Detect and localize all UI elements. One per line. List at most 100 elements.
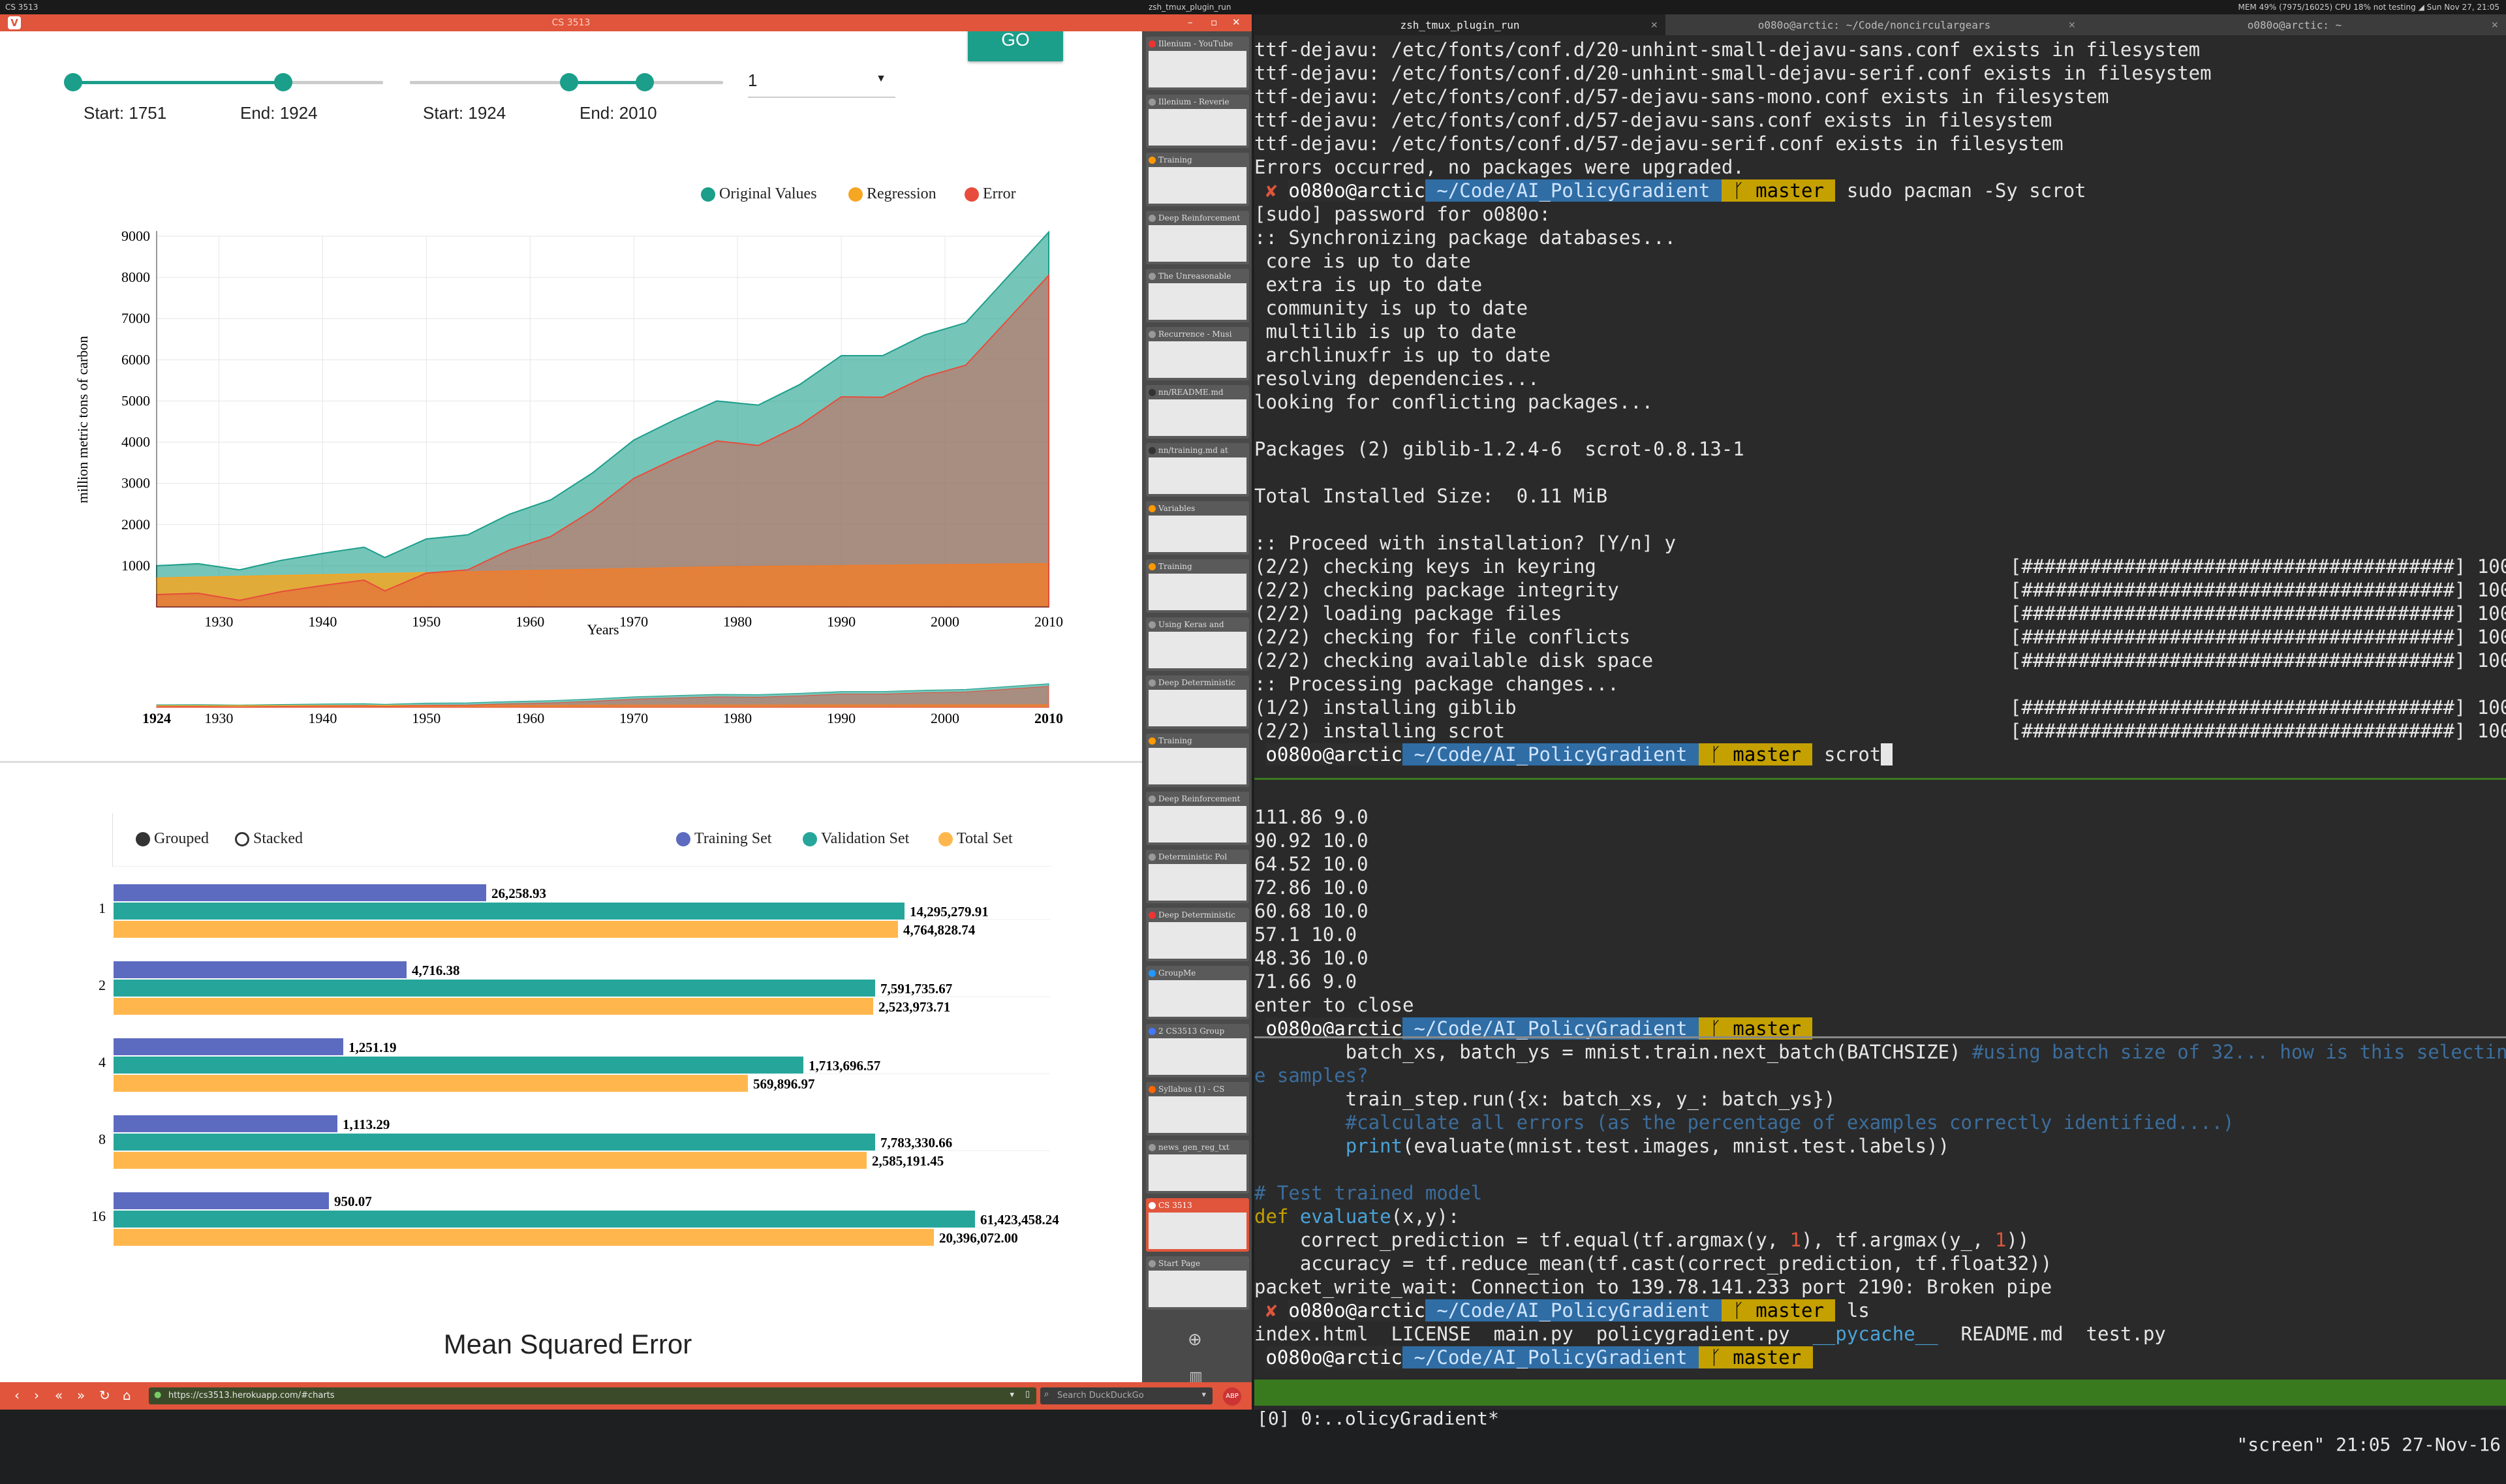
bar-training-set[interactable] [114,1115,337,1132]
bar-validation-set[interactable] [114,1134,875,1151]
browser-tab[interactable]: Deep Deterministic [1146,908,1249,961]
tmux-pane-top[interactable]: ttf-dejavu: /etc/fonts/conf.d/20-unhint-… [1254,38,2506,788]
maximize-icon[interactable]: ▫ [1211,16,1217,28]
dropdown-icon[interactable]: ▾ [1010,1390,1014,1400]
browser-tab[interactable]: Deep Reinforcement [1146,792,1249,845]
bar-validation-set[interactable] [114,1057,803,1074]
close-icon[interactable]: ✕ [1651,18,1658,31]
browser-tab[interactable]: 2 CS3513 Group [1146,1024,1249,1077]
close-icon[interactable]: ✕ [2069,18,2075,31]
adblock-icon[interactable]: ABP [1223,1387,1241,1406]
favicon-icon [1149,563,1156,570]
bar-training-set[interactable] [114,961,407,978]
legend-total[interactable]: Total Set [938,830,1013,848]
browser-tab[interactable]: Deep Reinforcement [1146,211,1249,264]
home-icon[interactable]: ⌂ [123,1387,131,1403]
bar-validation-set[interactable] [114,903,905,920]
terminal-tab-2[interactable]: o080o@arctic: ~/Code/noncirculargears ✕ [1665,14,2083,35]
browser-tab[interactable]: nn/training.md at [1146,443,1249,497]
browser-tab[interactable]: CS 3513 [1146,1198,1249,1252]
bookmark-icon[interactable]: ▯ [1025,1389,1030,1399]
browser-tab[interactable]: Deterministic Pol [1146,850,1249,903]
stacked-label: Stacked [253,830,303,847]
search-icon: ⌕ [1044,1389,1049,1399]
browser-tab[interactable]: Illenium - YouTube [1146,37,1249,90]
progress-line: (2/2) checking available disk space [####… [1254,649,2506,672]
bar-training-set[interactable] [114,1192,329,1209]
close-icon[interactable]: ✕ [2492,18,2498,31]
bar-total-set[interactable] [114,921,898,938]
bar-value-label: 7,591,735.67 [880,981,952,997]
address-bar[interactable]: ● https://cs3513.herokuapp.com/#charts ▾… [149,1387,1036,1404]
stacked-radio[interactable]: Stacked [235,830,303,848]
legend-validation[interactable]: Validation Set [803,830,909,848]
code-line: batch_xs, batch_ys = mnist.train.next_ba… [1254,1041,1972,1063]
browser-tab[interactable]: Training [1146,559,1249,613]
minimize-icon[interactable]: – [1188,16,1193,28]
terminal-output-line: [sudo] password for o080o: [1254,203,1551,225]
area-chart[interactable]: 1930 1940 1950 1960 1970 1980 1990 2000 2010 1000… [0,31,1142,736]
fast-forward-icon[interactable]: » [77,1387,85,1403]
prompt-dir: ~/Code/AI_PolicyGradient [1402,743,1699,765]
chevron-down-icon[interactable]: ▾ [1201,1390,1206,1400]
brush-overview[interactable]: 1930 1940 1950 1960 1970 1980 1990 2000 [156,683,1049,726]
area-error[interactable] [156,273,1049,608]
reload-icon[interactable]: ↻ [99,1387,110,1403]
pane-divider[interactable] [1254,1036,2506,1038]
prompt-user: o080o@arctic [1265,1346,1402,1368]
back-icon[interactable]: ‹ [14,1387,20,1403]
forward-icon[interactable]: › [34,1387,39,1403]
search-box[interactable]: ⌕ Search DuckDuckGo ▾ [1040,1387,1213,1404]
rewind-icon[interactable]: « [55,1387,63,1403]
grouped-radio[interactable]: Grouped [136,830,209,848]
terminal-tab-1[interactable]: zsh_tmux_plugin_run ✕ [1254,14,1665,35]
browser-tab[interactable]: Start Page [1146,1256,1249,1310]
vertical-tab-bar: Illenium - YouTube Illenium - Reverie Trai… [1142,31,1252,1385]
bar-total-set[interactable] [114,1229,934,1246]
progress-bar: [######################################]… [2010,720,2506,742]
bar-training-set[interactable] [114,1038,343,1055]
terminal-window[interactable]: zsh_tmux_plugin_run ✕ o080o@arctic: ~/Cod… [1254,14,2506,1455]
progress-bar: [######################################]… [2010,626,2506,648]
browser-tab[interactable]: Using Keras and [1146,617,1249,671]
bar-total-set[interactable] [114,998,873,1015]
legend-total-label: Total Set [957,830,1013,847]
browser-tab[interactable]: Deep Deterministic [1146,675,1249,729]
bar-total-set[interactable] [114,1075,748,1092]
progress-label: (2/2) checking available disk space [1254,649,1654,672]
tab-thumbnail [1149,457,1246,494]
category-label: 1 [99,900,106,916]
ls-output: index.html LICENSE main.py policygradien… [1254,1323,1813,1345]
browser-tab[interactable]: Recurrence - Musi [1146,327,1249,380]
terminal-tab-3[interactable]: o080o@arctic: ~ ✕ [2083,14,2506,35]
browser-tab[interactable]: GroupMe [1146,966,1249,1019]
legend-training[interactable]: Training Set [676,830,771,848]
pane-divider[interactable] [1254,778,2506,780]
browser-tab[interactable]: The Unreasonable [1146,269,1249,322]
browser-tab[interactable]: Training [1146,153,1249,206]
close-icon[interactable]: ✕ [1232,16,1241,28]
new-tab-icon[interactable]: ⊕ [1188,1330,1202,1350]
browser-tab[interactable]: news_gen_reg_txt [1146,1140,1249,1194]
favicon-icon [1149,1144,1156,1151]
web-page: Start: 1751 End: 1924 Start: 1924 End: 2… [0,31,1142,1382]
tmux-pane-bottom[interactable]: batch_xs, batch_ys = mnist.train.next_ba… [1254,1040,2506,1378]
terminal-output-line: ttf-dejavu: /etc/fonts/conf.d/57-dejavu-… [1254,109,2052,131]
bar-training-set[interactable] [114,884,486,901]
browser-tab[interactable]: Syllabus (1) - CS [1146,1082,1249,1136]
bar-chart[interactable]: 1 26,258.93 14,295,279.91 4,764,828.74 2 4,71… [0,867,1142,1382]
favicon-icon [1149,447,1156,454]
prompt-command: scrot [1812,743,1881,765]
tmux-window-list[interactable]: [0] 0:..olicyGradient* [1257,1406,1499,1432]
terminal-output-line: packet_write_wait: Connection to 139.78.… [1254,1276,2052,1298]
bar-validation-set[interactable] [114,980,875,997]
browser-tab[interactable]: nn/README.md [1146,385,1249,439]
code-builtin: print [1345,1135,1402,1157]
bar-validation-set[interactable] [114,1211,975,1228]
bar-total-set[interactable] [114,1152,867,1169]
tmux-pane-middle[interactable]: 111.86 9.0 90.92 10.0 64.52 10.0 72.86 10.0… [1254,782,2506,1040]
x-tick-label: 2000 [931,613,959,630]
browser-tab[interactable]: Training [1146,734,1249,787]
browser-tab[interactable]: Illenium - Reverie [1146,95,1249,148]
browser-tab[interactable]: Variables [1146,501,1249,555]
